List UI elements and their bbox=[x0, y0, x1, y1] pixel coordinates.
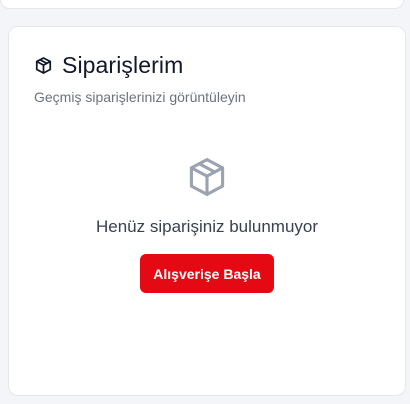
empty-state-message: Henüz siparişiniz bulunmuyor bbox=[95, 217, 319, 236]
package-icon bbox=[34, 56, 53, 75]
orders-card: Siparişlerim Geçmiş siparişlerinizi görü… bbox=[8, 26, 406, 396]
page-subtitle: Geçmiş siparişlerinizi görüntüleyin bbox=[34, 89, 246, 105]
start-shopping-button[interactable]: Alışverişe Başla bbox=[140, 254, 274, 293]
previous-card-edge bbox=[0, 0, 404, 9]
title-row: Siparişlerim bbox=[34, 51, 246, 79]
empty-state: Henüz siparişiniz bulunmuyor Alışverişe … bbox=[9, 155, 405, 293]
package-icon bbox=[185, 155, 229, 199]
orders-header: Siparişlerim Geçmiş siparişlerinizi görü… bbox=[34, 51, 246, 106]
page-title: Siparişlerim bbox=[62, 51, 184, 78]
